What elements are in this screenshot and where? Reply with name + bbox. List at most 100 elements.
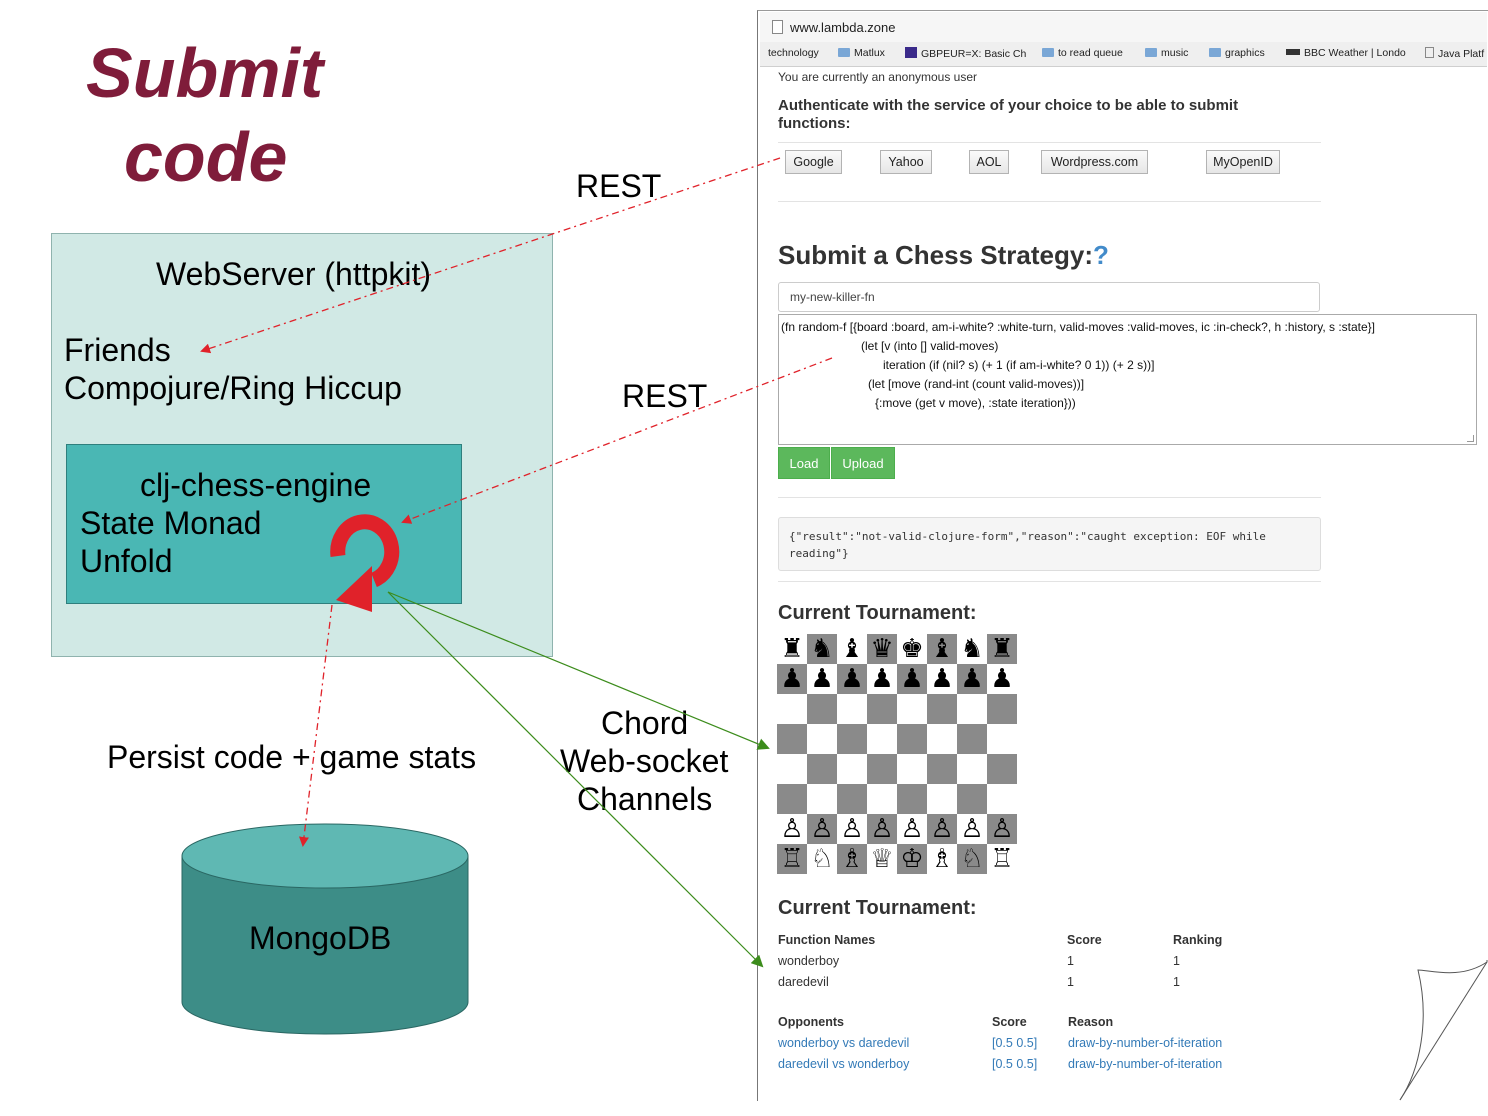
board-square [777,694,807,724]
board-square [927,724,957,754]
bookmark-to-read-queue[interactable]: to read queue [1042,47,1123,59]
page-curl-icon [1399,960,1488,1101]
function-name-input[interactable]: my-new-killer-fn [778,282,1320,312]
black-pawn-icon: ♟ [930,664,954,694]
bookmark-gbpeur[interactable]: GBPEUR=X: Basic Ch [905,47,1026,60]
auth-myopenid-button[interactable]: MyOpenID [1206,150,1280,174]
resize-handle-icon[interactable] [1467,435,1474,442]
load-button[interactable]: Load [778,447,830,479]
result-line-1: {"result":"not-valid-clojure-form","reas… [789,530,1266,543]
black-pawn-icon: ♟ [990,664,1014,694]
board-square [957,724,987,754]
code-textarea[interactable]: (fn random-f [{board :board, am-i-white?… [778,314,1477,445]
code-line: (let [v (into [] valid-moves) [861,339,999,353]
white-pawn-icon: ♙ [930,814,954,844]
black-pawn-icon: ♟ [780,664,804,694]
board-square [867,724,897,754]
title-line-2: code [124,118,288,196]
board-square [777,754,807,784]
standings-name: daredevil [778,975,829,989]
board-square [897,694,927,724]
white-pawn-icon: ♙ [990,814,1014,844]
board-square [807,694,837,724]
board-square [837,784,867,814]
board-square [837,694,867,724]
bookmark-music[interactable]: music [1145,47,1188,59]
black-pawn-icon: ♟ [870,664,894,694]
persist-label: Persist code + game stats [107,739,477,775]
webserver-title: WebServer (httpkit) [156,256,432,292]
auth-wordpress-button[interactable]: Wordpress.com [1041,150,1148,174]
col-reason: Reason [1068,1015,1114,1029]
tournament-heading-2: Current Tournament: [778,897,977,919]
black-knight-icon: ♞ [960,634,984,664]
game-opponents-link[interactable]: daredevil vs wonderboy [778,1057,909,1071]
bookmark-graphics[interactable]: graphics [1209,47,1265,59]
help-link[interactable]: ? [1093,240,1109,270]
board-square [807,754,837,784]
board-square [987,754,1017,784]
white-bishop-icon: ♗ [930,844,954,874]
game-score-link[interactable]: [0.5 0.5] [992,1057,1037,1071]
white-knight-icon: ♘ [960,844,984,874]
page-icon [772,20,783,34]
black-pawn-icon: ♟ [840,664,864,694]
auth-aol-button[interactable]: AOL [969,150,1009,174]
board-square [957,784,987,814]
board-square [807,724,837,754]
white-pawn-icon: ♙ [810,814,834,844]
code-line: iteration (if (nil? s) (+ 1 (if am-i-whi… [883,358,1155,372]
folder-icon [838,48,850,57]
code-line: (let [move (rand-int (count valid-moves)… [868,377,1085,391]
folder-icon [1145,48,1157,57]
channels-label: Channels [577,781,713,817]
board-square [897,754,927,784]
white-pawn-icon: ♙ [840,814,864,844]
auth-prompt-line-2: functions: [778,115,851,132]
tournament-heading-1: Current Tournament: [778,602,977,624]
page-icon [1425,47,1434,58]
game-reason-link[interactable]: draw-by-number-of-iteration [1068,1057,1222,1071]
auth-prompt-line-1: Authenticate with the service of your ch… [778,97,1239,114]
board-square [957,754,987,784]
folder-icon [1209,48,1221,57]
game-reason-link[interactable]: draw-by-number-of-iteration [1068,1036,1222,1050]
game-score-link[interactable]: [0.5 0.5] [992,1036,1037,1050]
board-square [987,724,1017,754]
engine-unfold: Unfold [80,543,173,579]
board-square [927,694,957,724]
bookmark-bbc-weather[interactable]: BBC Weather | Londo [1286,47,1406,59]
col-score: Score [1067,933,1102,947]
bookmark-technology[interactable]: technology [768,47,819,59]
title-line-1: Submit [86,34,324,112]
submit-strategy-heading: Submit a Chess Strategy:? [778,240,1109,270]
auth-yahoo-button[interactable]: Yahoo [880,150,932,174]
url-bar[interactable]: www.lambda.zone [760,12,1487,43]
bookmarks-bar: technology Matlux GBPEUR=X: Basic Ch to … [760,42,1487,67]
board-square [897,724,927,754]
standings-ranking: 1 [1173,954,1180,968]
standings-name: wonderboy [778,954,840,968]
black-pawn-icon: ♟ [900,664,924,694]
board-square [867,754,897,784]
standings-score: 1 [1067,975,1074,989]
board-square [957,694,987,724]
url-text: www.lambda.zone [790,20,896,35]
col-ranking: Ranking [1173,933,1223,947]
game-opponents-link[interactable]: wonderboy vs daredevil [778,1036,909,1050]
white-pawn-icon: ♙ [960,814,984,844]
result-message: {"result":"not-valid-clojure-form","reas… [778,517,1321,571]
auth-google-button[interactable]: Google [785,150,842,174]
black-knight-icon: ♞ [810,634,834,664]
bookmark-matlux[interactable]: Matlux [838,47,885,59]
compojure-label: Compojure/Ring Hiccup [64,370,402,406]
white-knight-icon: ♘ [810,844,834,874]
black-queen-icon: ♛ [870,634,894,664]
engine-state-monad: State Monad [80,505,262,541]
col-opponents: Opponents [778,1015,844,1029]
bookmark-java-platf[interactable]: Java Platf [1425,47,1484,60]
white-bishop-icon: ♗ [840,844,864,874]
black-pawn-icon: ♟ [810,664,834,694]
chord-label: Chord [601,705,689,741]
upload-button[interactable]: Upload [831,447,895,479]
